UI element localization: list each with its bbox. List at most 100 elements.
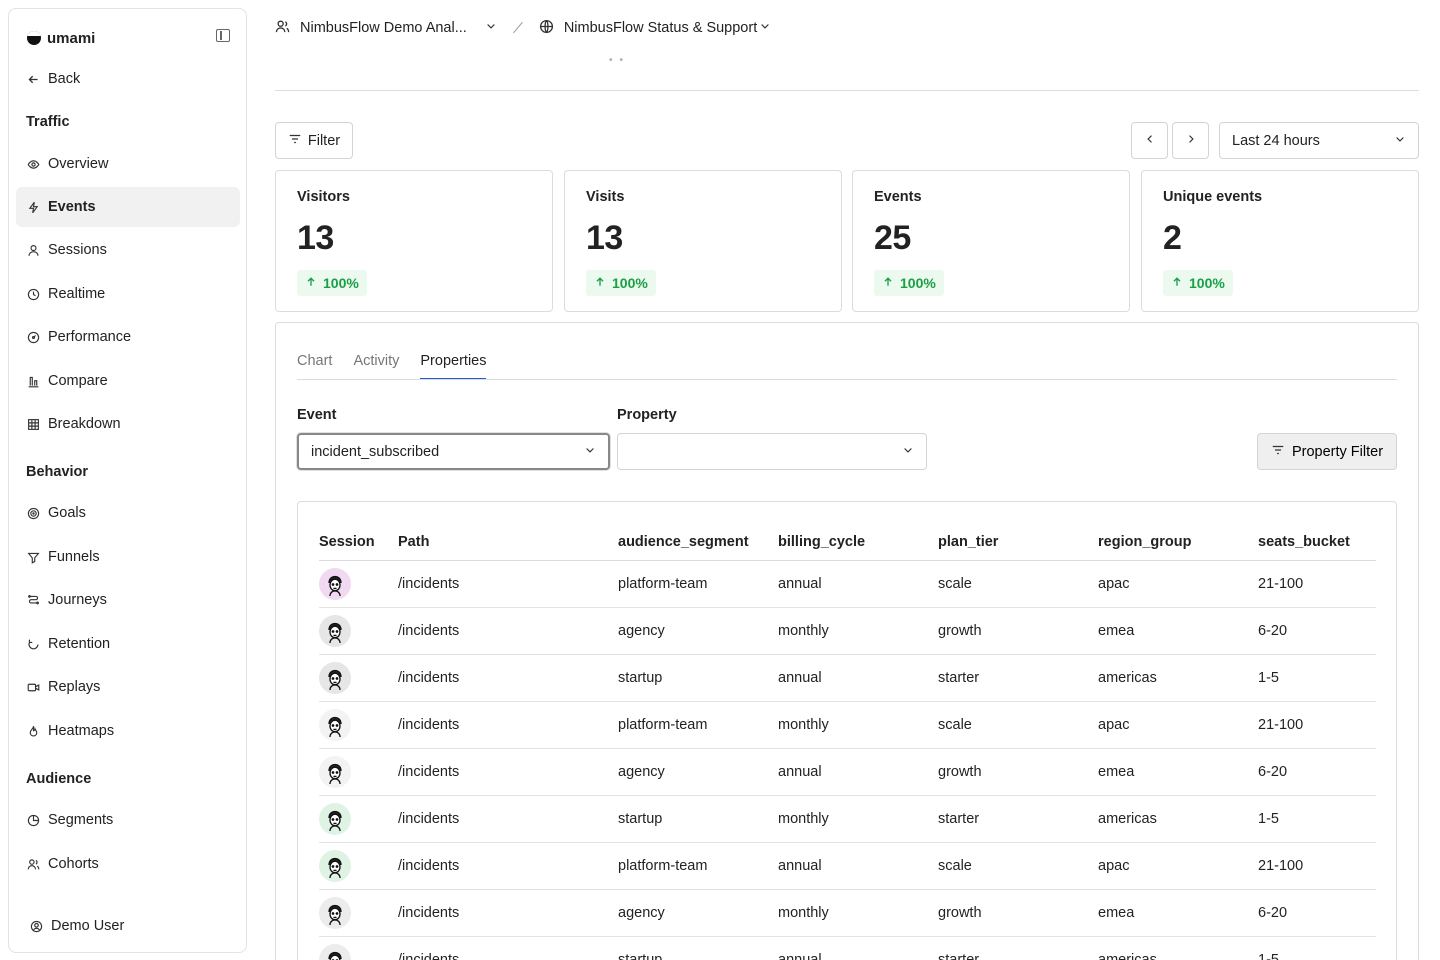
filter-lines-icon <box>1271 443 1285 461</box>
sidebar-item-events[interactable]: Events <box>16 187 240 227</box>
user-icon <box>27 244 40 257</box>
column-header[interactable]: seats_bucket <box>1258 524 1376 561</box>
date-range-select[interactable]: Last 24 hours <box>1219 122 1419 159</box>
metric-value: 2 <box>1163 219 1182 257</box>
breadcrumb-separator <box>512 22 523 34</box>
table-row[interactable]: /incidents startup annual starter americas 1-… <box>319 936 1376 960</box>
session-avatar-icon[interactable] <box>319 943 351 960</box>
path-cell: /incidents <box>398 889 618 937</box>
session-avatar-icon[interactable] <box>319 802 351 835</box>
session-avatar-icon[interactable] <box>319 661 351 694</box>
table-row[interactable]: /incidents agency monthly growth emea 6-20 <box>319 607 1376 655</box>
sidebar-item-breakdown[interactable]: Breakdown <box>16 404 240 444</box>
user-menu[interactable]: Demo User <box>19 906 243 946</box>
table-row[interactable]: /incidents agency monthly growth emea 6-20 <box>319 889 1376 937</box>
target-icon <box>27 507 40 520</box>
flame-icon <box>27 725 40 738</box>
column-header[interactable]: Session <box>319 524 398 561</box>
session-avatar-icon[interactable] <box>319 614 351 647</box>
sidebar-item-funnels[interactable]: Funnels <box>16 537 240 577</box>
property-label: Property <box>617 407 677 423</box>
filter-lines-icon <box>288 132 302 150</box>
table-row[interactable]: /incidents platform-team annual scale apac 21… <box>319 560 1376 608</box>
tab-chart[interactable]: Chart <box>297 353 332 380</box>
chevron-down-icon <box>902 444 914 460</box>
chevron-right-icon <box>1185 133 1197 149</box>
grid-icon <box>27 418 40 431</box>
metric-value: 13 <box>297 219 334 257</box>
session-avatar-icon[interactable] <box>319 567 351 600</box>
session-cell <box>319 607 398 655</box>
next-range-button[interactable] <box>1172 122 1209 159</box>
sidebar-item-journeys[interactable]: Journeys <box>16 580 240 620</box>
brand[interactable]: umami <box>27 29 95 47</box>
table-row[interactable]: /incidents platform-team monthly scale apac 2… <box>319 701 1376 749</box>
sidebar-item-sessions[interactable]: Sessions <box>16 230 240 270</box>
plan-tier-cell: growth <box>938 607 1098 655</box>
umami-logo-icon <box>27 31 41 45</box>
eye-icon <box>27 158 40 171</box>
property-select[interactable] <box>617 433 927 470</box>
sidebar-item-retention[interactable]: Retention <box>16 624 240 664</box>
path-cell: /incidents <box>398 560 618 608</box>
column-header[interactable]: audience_segment <box>618 524 778 561</box>
session-avatar-icon[interactable] <box>319 755 351 788</box>
plan-tier-cell: starter <box>938 654 1098 702</box>
drag-handle-icon[interactable]: •• <box>609 55 630 66</box>
table-row[interactable]: /incidents platform-team annual scale apac 21… <box>319 842 1376 890</box>
sidebar-item-goals[interactable]: Goals <box>16 493 240 533</box>
plan-tier-cell: growth <box>938 748 1098 796</box>
plan-tier-cell: scale <box>938 560 1098 608</box>
website-name: NimbusFlow Status & Support <box>563 20 758 36</box>
users-icon <box>27 858 40 871</box>
website-selector[interactable]: NimbusFlow Status & Support <box>539 19 771 38</box>
tab-list: Chart Activity Properties <box>297 353 487 380</box>
property-filter-button[interactable]: Property Filter <box>1257 433 1397 470</box>
column-header[interactable]: Path <box>398 524 618 561</box>
sidebar-item-heatmaps[interactable]: Heatmaps <box>16 711 240 751</box>
event-select[interactable]: incident_subscribed <box>297 433 610 470</box>
metric-value: 13 <box>586 219 623 257</box>
route-icon <box>27 594 40 607</box>
metric-change-badge: 100% <box>297 270 367 296</box>
session-avatar-icon[interactable] <box>319 708 351 741</box>
sidebar-item-replays[interactable]: Replays <box>16 667 240 707</box>
sidebar-item-segments[interactable]: Segments <box>16 800 240 840</box>
column-header[interactable]: region_group <box>1098 524 1258 561</box>
column-header[interactable]: billing_cycle <box>778 524 938 561</box>
metric-change-badge: 100% <box>586 270 656 296</box>
tab-properties[interactable]: Properties <box>420 353 487 380</box>
video-icon <box>27 681 40 694</box>
sidebar-item-compare[interactable]: Compare <box>16 361 240 401</box>
table-row[interactable]: /incidents startup monthly starter americas 1… <box>319 795 1376 843</box>
column-header[interactable]: plan_tier <box>938 524 1098 561</box>
audience-segment-cell: platform-team <box>618 842 778 890</box>
tab-activity[interactable]: Activity <box>353 353 399 380</box>
tabs-divider <box>297 379 1397 380</box>
back-link[interactable]: Back <box>16 59 240 99</box>
metric-label: Visitors <box>297 189 350 205</box>
table-row[interactable]: /incidents startup annual starter americas 1-… <box>319 654 1376 702</box>
sidebar-item-cohorts[interactable]: Cohorts <box>16 844 240 884</box>
bar-chart-icon <box>27 375 40 388</box>
sidebar-collapse-icon[interactable] <box>216 29 230 42</box>
table-header-row: Session Path audience_segment billing_cy… <box>319 524 1376 561</box>
path-cell: /incidents <box>398 748 618 796</box>
audience-segment-cell: platform-team <box>618 560 778 608</box>
filter-button[interactable]: Filter <box>275 122 353 159</box>
metric-change-badge: 100% <box>874 270 944 296</box>
team-selector[interactable]: NimbusFlow Demo Anal... <box>275 19 497 38</box>
arrow-up-icon <box>305 275 317 291</box>
sidebar-item-realtime[interactable]: Realtime <box>16 274 240 314</box>
session-avatar-icon[interactable] <box>319 896 351 929</box>
gauge-icon <box>27 331 40 344</box>
sidebar-item-overview[interactable]: Overview <box>16 144 240 184</box>
table-row[interactable]: /incidents agency annual growth emea 6-20 <box>319 748 1376 796</box>
previous-range-button[interactable] <box>1131 122 1168 159</box>
pie-chart-icon <box>27 814 40 827</box>
sidebar-item-performance[interactable]: Performance <box>16 317 240 357</box>
audience-segment-cell: startup <box>618 654 778 702</box>
session-avatar-icon[interactable] <box>319 849 351 882</box>
region-group-cell: americas <box>1098 654 1258 702</box>
metric-card-visitors: Visitors 13 100% <box>275 170 553 312</box>
